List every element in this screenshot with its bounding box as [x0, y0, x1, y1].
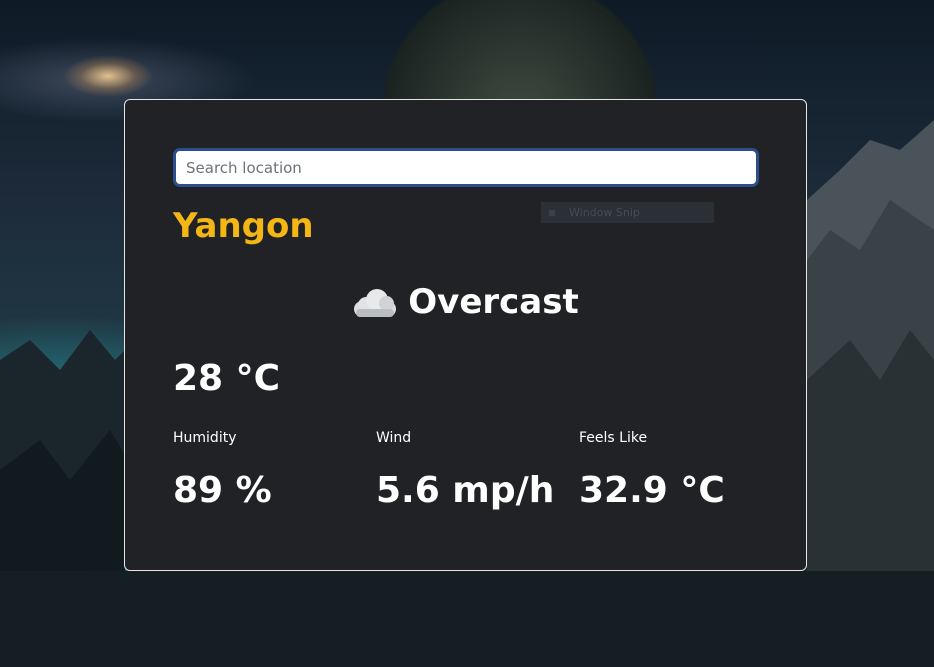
humidity-stat: Humidity 89 %: [173, 430, 272, 511]
condition-text: Overcast: [408, 282, 579, 322]
window-snip-ghost-overlay: Window Snip: [541, 202, 714, 223]
city-name: Yangon: [173, 206, 314, 246]
weather-card: Yangon Window Snip Overcast 28 °C Humidi…: [124, 99, 807, 571]
feels-like-stat: Feels Like 32.9 °C: [579, 430, 725, 511]
weather-condition: Overcast: [125, 282, 806, 322]
humidity-label: Humidity: [173, 430, 237, 446]
humidity-value: 89 %: [173, 470, 272, 511]
feels-like-value: 32.9 °C: [579, 470, 725, 511]
ghost-label: Window Snip: [569, 206, 640, 219]
wind-label: Wind: [376, 430, 412, 446]
feels-like-label: Feels Like: [579, 430, 648, 446]
wind-value: 5.6 mp/h: [376, 470, 555, 511]
cloud-icon: [352, 287, 398, 317]
snip-icon: [549, 210, 555, 216]
wind-stat: Wind 5.6 mp/h: [376, 430, 554, 511]
current-temperature: 28 °C: [173, 358, 281, 399]
search-input[interactable]: [173, 148, 759, 187]
